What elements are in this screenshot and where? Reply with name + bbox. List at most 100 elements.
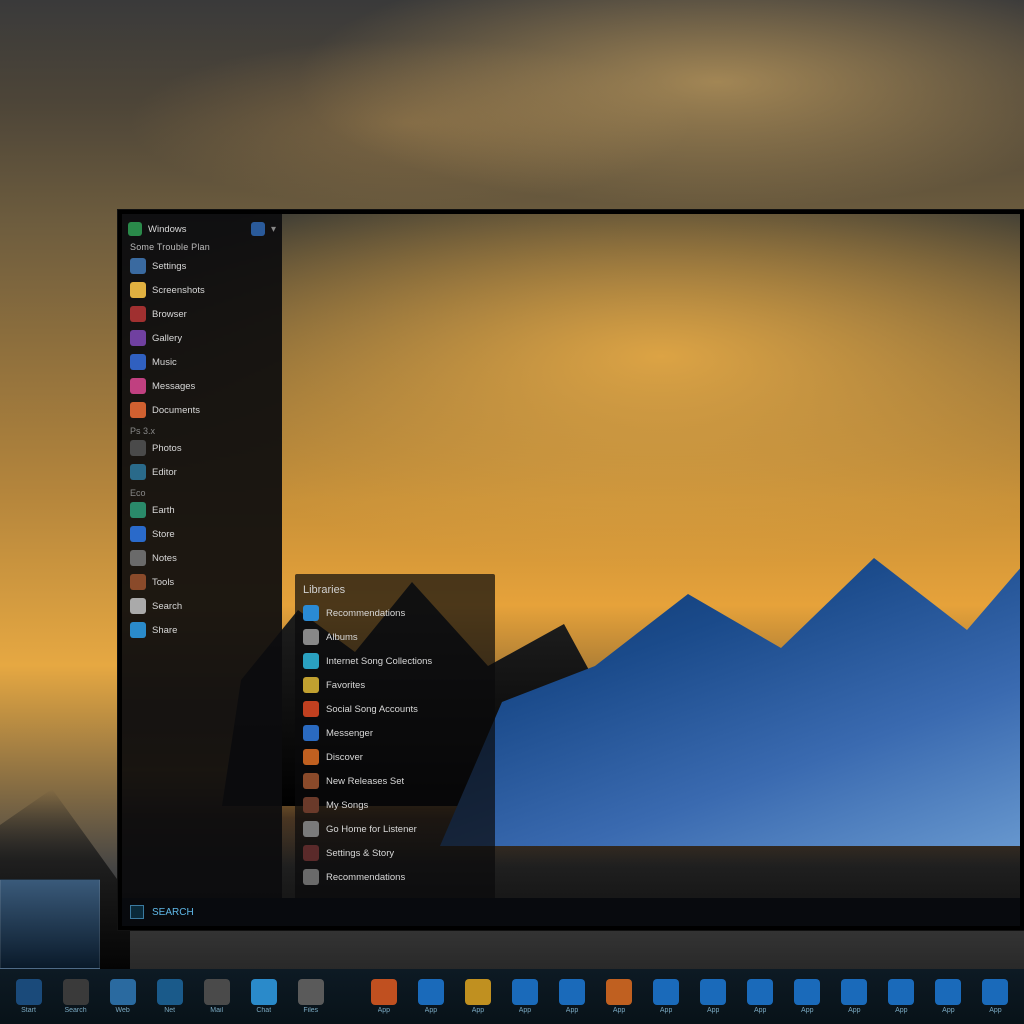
inner-start-icon[interactable]: [130, 905, 144, 919]
taskbar-item-app5[interactable]: App: [552, 972, 593, 1022]
taskbar-item-label: Web: [115, 1007, 129, 1014]
wallpaper-thumbnail: [0, 879, 100, 969]
start-menu-header-label: Windows: [148, 224, 187, 235]
start-menu[interactable]: Windows ▾ Some Trouble Plan SettingsScre…: [122, 214, 282, 898]
flyout-item-icon: [303, 677, 319, 693]
taskbar-item-app2[interactable]: App: [410, 972, 451, 1022]
start-menu-header: Windows ▾: [128, 222, 276, 236]
taskbar-item-label: App: [613, 1007, 625, 1014]
taskbar-item-label: App: [519, 1007, 531, 1014]
taskbar-item-app12[interactable]: App: [881, 972, 922, 1022]
taskbar-item-label: Net: [164, 1007, 175, 1014]
start-app-item[interactable]: Search: [128, 596, 276, 616]
taskbar-item-app14[interactable]: App: [975, 972, 1016, 1022]
taskbar[interactable]: StartSearchWebNetMailChatFilesAppAppAppA…: [0, 969, 1024, 1024]
flyout-item-label: Albums: [326, 632, 358, 643]
inner-footer-label[interactable]: SEARCH: [152, 907, 194, 918]
taskbar-item-app3[interactable]: App: [457, 972, 498, 1022]
flyout-item[interactable]: Recommendations: [303, 604, 487, 622]
app10-icon: [794, 979, 820, 1005]
app8-icon: [700, 979, 726, 1005]
app-icon: [130, 330, 146, 346]
flyout-item-icon: [303, 653, 319, 669]
flyout-item[interactable]: New Releases Set: [303, 772, 487, 790]
flyout-item-icon: [303, 773, 319, 789]
app3-icon: [465, 979, 491, 1005]
flyout-item-icon: [303, 749, 319, 765]
flyout-item[interactable]: Discover: [303, 748, 487, 766]
taskbar-item-start[interactable]: Start: [8, 972, 49, 1022]
taskbar-item-app10[interactable]: App: [787, 972, 828, 1022]
app14-icon: [982, 979, 1008, 1005]
taskbar-item-globe[interactable]: Net: [149, 972, 190, 1022]
start-app-item[interactable]: Gallery: [128, 328, 276, 348]
mail-icon: [204, 979, 230, 1005]
flyout-item-label: Messenger: [326, 728, 373, 739]
taskbar-item-chat[interactable]: Chat: [243, 972, 284, 1022]
flyout-item[interactable]: Internet Song Collections: [303, 652, 487, 670]
taskbar-item-search[interactable]: Search: [55, 972, 96, 1022]
flyout-item[interactable]: Social Song Accounts: [303, 700, 487, 718]
taskbar-item-label: App: [895, 1007, 907, 1014]
taskbar-item-mail[interactable]: Mail: [196, 972, 237, 1022]
taskbar-item-label: Chat: [256, 1007, 271, 1014]
taskbar-item-label: App: [989, 1007, 1001, 1014]
app-icon: [130, 402, 146, 418]
inner-taskbar[interactable]: SEARCH: [122, 898, 1020, 926]
start-app-item[interactable]: Settings: [128, 256, 276, 276]
app-label: Settings: [152, 261, 186, 272]
flyout-item-label: Internet Song Collections: [326, 656, 432, 667]
app-label: Browser: [152, 309, 187, 320]
start-app-item[interactable]: Documents: [128, 400, 276, 420]
taskbar-item-label: Search: [64, 1007, 86, 1014]
start-app-item[interactable]: Music: [128, 352, 276, 372]
flyout-item[interactable]: Favorites: [303, 676, 487, 694]
flyout-item-label: Recommendations: [326, 872, 405, 883]
chevron-down-icon[interactable]: ▾: [271, 224, 276, 235]
header-action-icon[interactable]: [251, 222, 265, 236]
flyout-item[interactable]: Messenger: [303, 724, 487, 742]
taskbar-item-files[interactable]: Files: [290, 972, 331, 1022]
files-icon: [298, 979, 324, 1005]
taskbar-item-app8[interactable]: App: [693, 972, 734, 1022]
flyout-item[interactable]: Recommendations: [303, 868, 487, 886]
taskbar-item-app13[interactable]: App: [928, 972, 969, 1022]
taskbar-item-app4[interactable]: App: [504, 972, 545, 1022]
app-label: Documents: [152, 405, 200, 416]
start-app-item[interactable]: Tools: [128, 572, 276, 592]
app-icon: [130, 598, 146, 614]
start-app-item[interactable]: Share: [128, 620, 276, 640]
start-app-item[interactable]: Store: [128, 524, 276, 544]
flyout-item[interactable]: My Songs: [303, 796, 487, 814]
taskbar-item-app11[interactable]: App: [834, 972, 875, 1022]
taskbar-item-app9[interactable]: App: [740, 972, 781, 1022]
start-app-item[interactable]: Browser: [128, 304, 276, 324]
taskbar-item-label: App: [660, 1007, 672, 1014]
start-menu-flyout[interactable]: Libraries RecommendationsAlbumsInternet …: [295, 574, 495, 904]
start-app-item[interactable]: Editor: [128, 462, 276, 482]
start-app-item[interactable]: Notes: [128, 548, 276, 568]
flyout-item-icon: [303, 845, 319, 861]
start-app-item[interactable]: Earth: [128, 500, 276, 520]
virtual-monitor: Windows ▾ Some Trouble Plan SettingsScre…: [118, 210, 1024, 930]
app9-icon: [747, 979, 773, 1005]
app-icon: [130, 258, 146, 274]
start-app-item[interactable]: Screenshots: [128, 280, 276, 300]
taskbar-item-label: App: [378, 1007, 390, 1014]
flyout-item-icon: [303, 725, 319, 741]
taskbar-item-label: App: [566, 1007, 578, 1014]
flyout-item[interactable]: Settings & Story: [303, 844, 487, 862]
flyout-item[interactable]: Albums: [303, 628, 487, 646]
start-app-item[interactable]: Messages: [128, 376, 276, 396]
start-app-item[interactable]: Photos: [128, 438, 276, 458]
flyout-item[interactable]: Go Home for Listener: [303, 820, 487, 838]
flyout-item-label: My Songs: [326, 800, 368, 811]
taskbar-item-app1[interactable]: App: [363, 972, 404, 1022]
search-icon: [63, 979, 89, 1005]
taskbar-item-browser[interactable]: Web: [102, 972, 143, 1022]
taskbar-item-label: App: [942, 1007, 954, 1014]
taskbar-item-app6[interactable]: App: [599, 972, 640, 1022]
app11-icon: [841, 979, 867, 1005]
app-label: Notes: [152, 553, 177, 564]
taskbar-item-app7[interactable]: App: [646, 972, 687, 1022]
